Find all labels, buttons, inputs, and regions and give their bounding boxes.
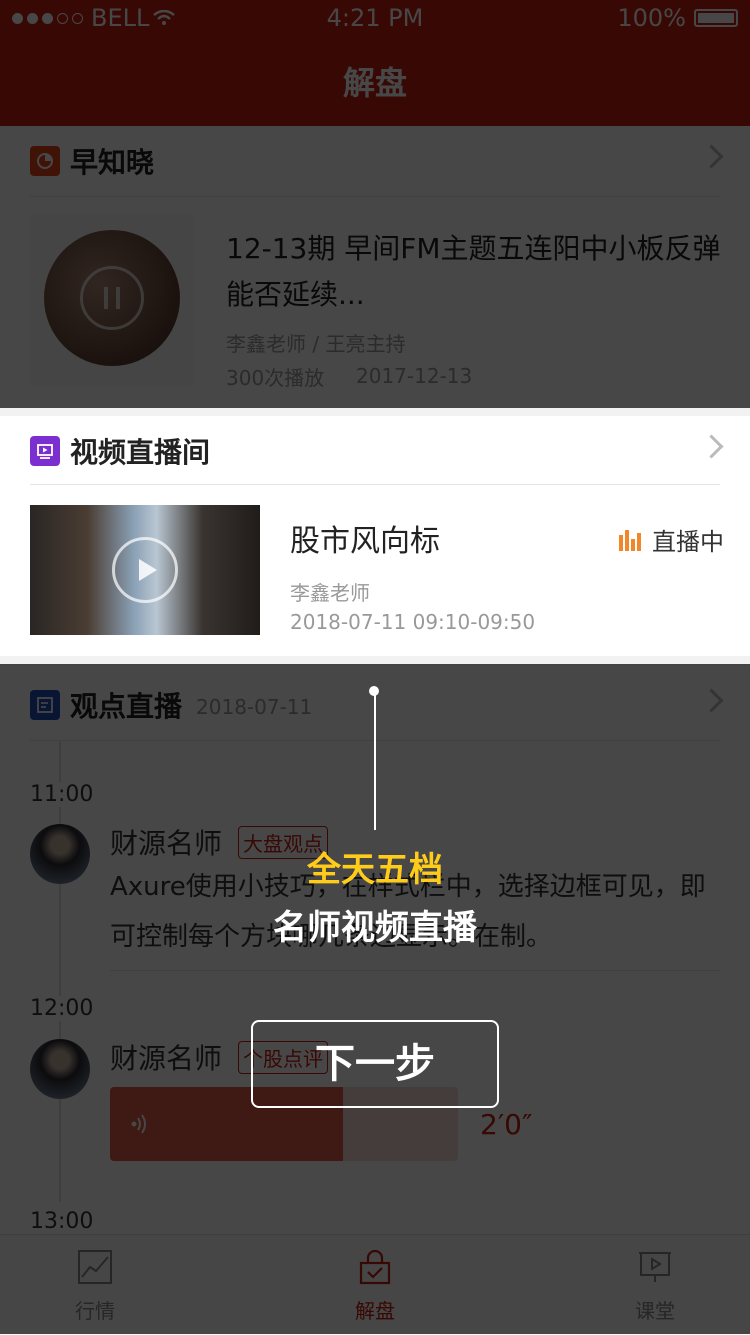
edit-note-icon [30,690,60,720]
avatar[interactable] [30,1039,90,1099]
live-status: 直播中 [618,522,724,557]
post-time: 13:00 [30,1209,94,1234]
play-icon [80,266,144,330]
post-time: 11:00 [30,782,94,807]
post-author: 财源名师 [110,1042,223,1075]
video-icon [30,436,60,466]
divider [30,484,720,485]
live-time: 2018-07-11 09:10-09:50 [290,610,536,634]
viewpoints-date: 2018-07-11 [196,695,313,719]
play-icon [112,537,178,603]
speaker-icon [131,1114,146,1134]
post-divider [110,970,720,971]
lock-check-icon [359,1249,391,1285]
chevron-right-icon [699,144,724,169]
tab-analysis[interactable]: 解盘 [250,1235,500,1335]
tab-label: 课堂 [635,1299,675,1323]
guide-headline: 全天五档 [307,850,443,890]
live-room-header[interactable]: 视频直播间 [30,416,724,486]
battery: 100% [617,4,738,32]
live-bars-icon [619,529,641,551]
audio-duration: 2′0″ [480,1108,533,1141]
tab-label: 行情 [75,1299,115,1323]
pie-icon [30,146,60,176]
chevron-right-icon [699,688,724,713]
tab-bar: 行情 解盘 课堂 [0,1234,750,1335]
live-teacher: 李鑫老师 [290,581,370,605]
next-step-button[interactable]: 下一步 [251,1020,499,1108]
chart-icon [78,1250,112,1284]
early-news-date: 2017-12-13 [356,364,473,388]
page-title: 解盘 [342,64,407,102]
battery-percent: 100% [617,4,686,32]
screen-play-icon [639,1252,671,1282]
divider [30,196,720,197]
live-item-title[interactable]: 股市风向标 [290,516,440,560]
early-news-plays: 300次播放 [226,366,325,390]
live-status-label: 直播中 [652,528,724,556]
tab-market[interactable]: 行情 [0,1235,220,1335]
tab-classroom[interactable]: 课堂 [530,1235,750,1335]
audio-cover-image[interactable] [44,230,180,366]
battery-icon [694,9,738,27]
chevron-right-icon [699,434,724,459]
early-news-header[interactable]: 早知晓 [30,126,724,196]
timeline-line [59,742,61,1202]
live-video-thumbnail[interactable] [30,505,260,635]
early-news-authors: 李鑫老师 / 王亮主持 [226,332,406,356]
tab-label: 解盘 [355,1299,395,1323]
live-room-title: 视频直播间 [70,436,211,469]
status-bar: BELL 4:21 PM 100% [0,0,750,36]
viewpoints-title: 观点直播 [70,690,183,723]
guide-subline: 名师视频直播 [273,908,477,948]
guide-pointer-line [374,692,376,830]
post-time: 12:00 [30,996,94,1021]
early-news-item-title[interactable]: 12-13期 早间FM主题五连阳中小板反弹能否延续... [226,226,730,318]
early-news-title: 早知晓 [70,146,155,179]
